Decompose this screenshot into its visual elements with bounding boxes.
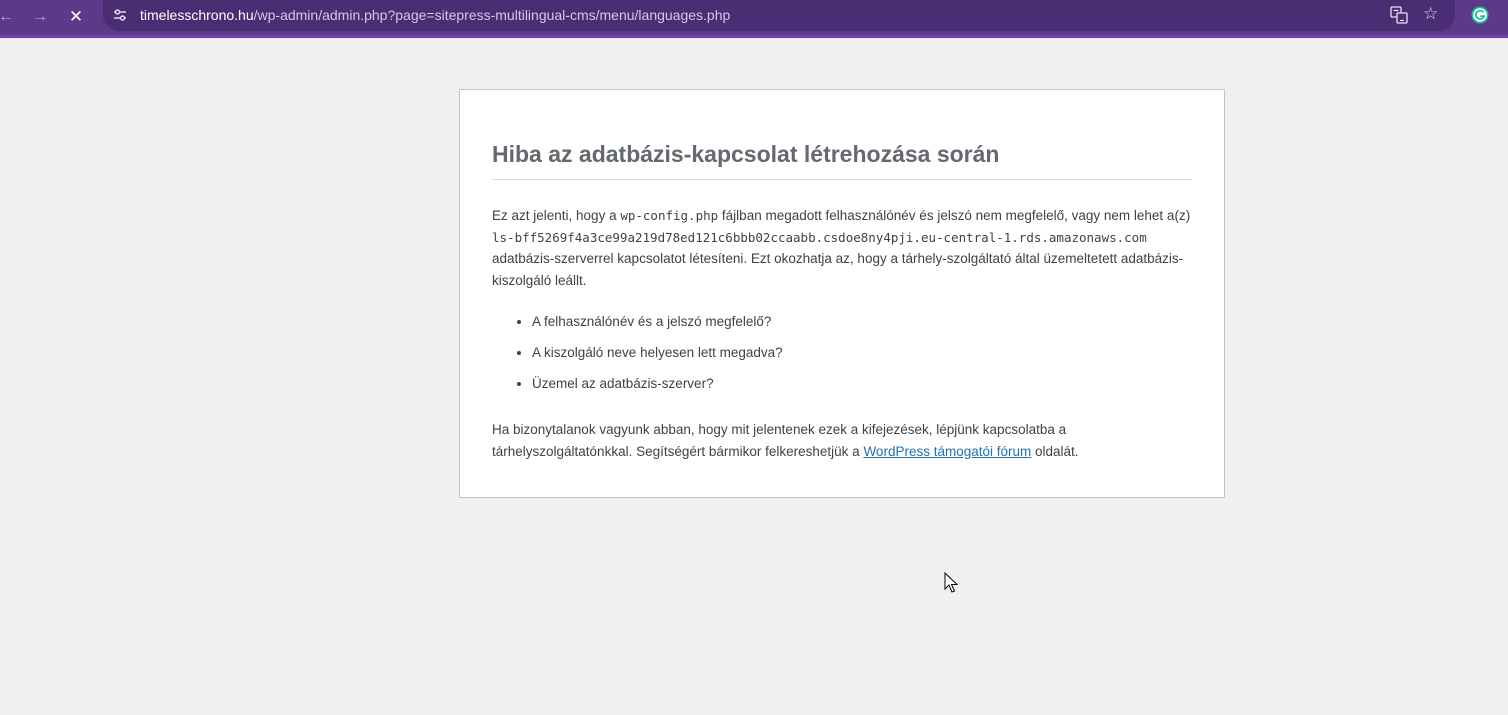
error-description: Ez azt jelenti, hogy a wp-config.php fáj…	[492, 205, 1192, 291]
list-item: A kiszolgáló neve helyesen lett megadva?	[532, 342, 1192, 363]
help-text: Ha bizonytalanok vagyunk abban, hogy mit…	[492, 419, 1192, 462]
error-page: Hiba az adatbázis-kapcsolat létrehozása …	[459, 89, 1225, 498]
list-item: A felhasználónév és a jelszó megfelelő?	[532, 311, 1192, 332]
star-icon[interactable]: ☆	[1423, 4, 1438, 24]
url-path: /wp-admin/admin.php?page=sitepress-multi…	[253, 7, 731, 23]
address-bar[interactable]: timelesschrono.hu/wp-admin/admin.php?pag…	[103, 0, 1455, 31]
translate-icon[interactable]	[1390, 6, 1408, 24]
arrow-left-icon[interactable]: ←	[0, 5, 18, 29]
help-text-2: oldalát.	[1031, 443, 1079, 459]
mouse-cursor-icon	[944, 572, 958, 593]
grammarly-icon[interactable]	[1471, 6, 1489, 24]
error-text-3: adatbázis-szerverrel kapcsolatot létesít…	[492, 251, 1184, 288]
url-text[interactable]: timelesschrono.hu/wp-admin/admin.php?pag…	[140, 7, 730, 23]
close-icon[interactable]: ✕	[64, 5, 88, 29]
error-text-2: fájlban megadott felhasználónév és jelsz…	[718, 208, 1191, 223]
error-text-1: Ez azt jelenti, hogy a	[492, 208, 621, 223]
browser-toolbar: ← → ✕ timelesschrono.hu/wp-admin/admin.p…	[0, 0, 1508, 38]
database-host: ls-bff5269f4a3ce99a219d78ed121c6bbb02cca…	[492, 229, 1147, 245]
page-title: Hiba az adatbázis-kapcsolat létrehozása …	[492, 140, 1192, 180]
support-forum-link[interactable]: WordPress támogatói fórum	[863, 444, 1031, 459]
list-item: Üzemel az adatbázis-szerver?	[532, 373, 1192, 394]
config-file-name: wp-config.php	[620, 208, 719, 223]
url-host: timelesschrono.hu	[140, 7, 254, 23]
reason-list: A felhasználónév és a jelszó megfelelő? …	[492, 311, 1192, 394]
arrow-right-icon[interactable]: →	[28, 5, 52, 29]
tune-icon[interactable]	[113, 8, 127, 22]
